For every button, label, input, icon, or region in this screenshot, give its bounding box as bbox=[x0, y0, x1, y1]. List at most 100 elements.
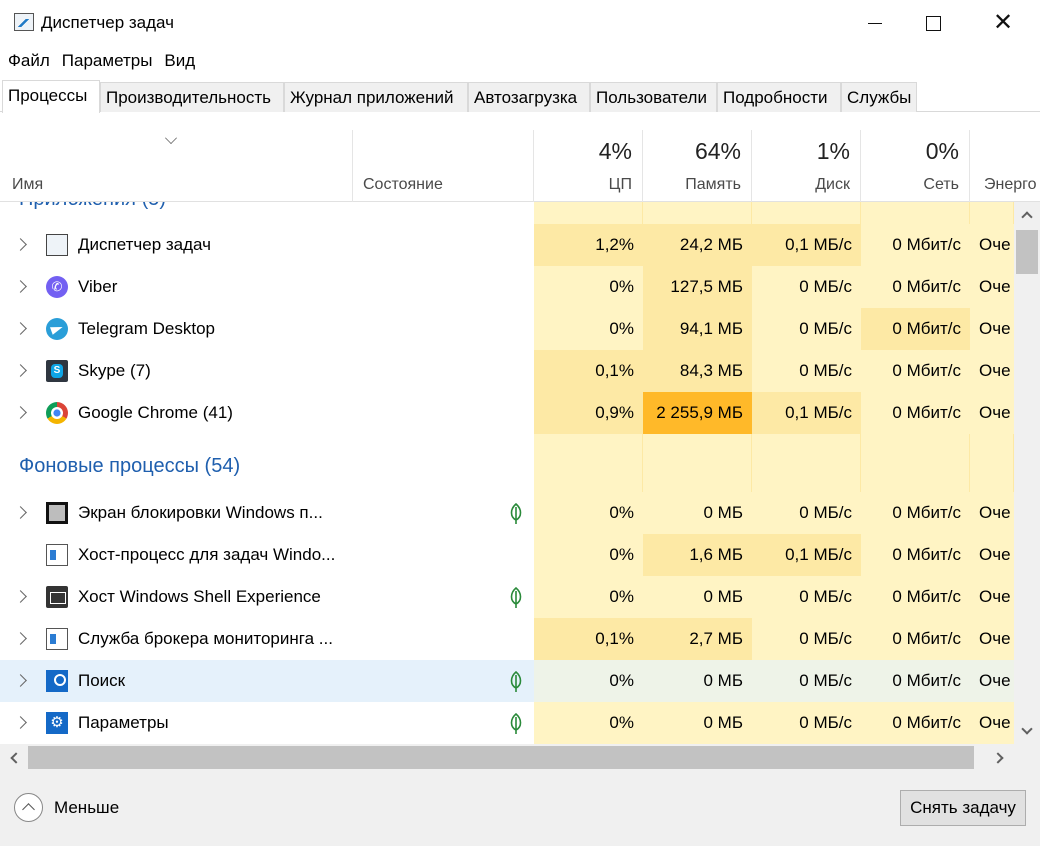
disk-cell: 0,1 МБ/с bbox=[752, 392, 861, 434]
maximize-button[interactable] bbox=[898, 0, 968, 46]
group-apps-title[interactable]: Приложения (5) bbox=[19, 202, 166, 211]
table-row[interactable]: Диспетчер задач 1,2% 24,2 МБ 0,1 МБ/с 0 … bbox=[0, 224, 1014, 266]
collapse-chevron-icon[interactable] bbox=[14, 793, 43, 822]
memory-cell: 2,7 МБ bbox=[643, 618, 752, 660]
process-name: Служба брокера мониторинга ... bbox=[78, 629, 333, 648]
power-cell: Оче bbox=[970, 266, 1014, 308]
vertical-scrollbar[interactable] bbox=[1014, 202, 1040, 744]
table-row[interactable]: Хост-процесс для задач Windo... 0% 1,6 М… bbox=[0, 534, 1014, 576]
horizontal-scroll-thumb[interactable] bbox=[28, 746, 974, 769]
table-row[interactable]: Хост Windows Shell Experience 0% 0 МБ 0 … bbox=[0, 576, 1014, 618]
process-name: Skype (7) bbox=[78, 361, 151, 380]
tab-services[interactable]: Службы bbox=[841, 82, 917, 112]
skype-icon bbox=[46, 360, 68, 382]
column-network-label: Сеть bbox=[923, 176, 959, 193]
process-name: Хост Windows Shell Experience bbox=[78, 587, 321, 606]
memory-cell: 24,2 МБ bbox=[643, 224, 752, 266]
table-row[interactable]: Служба брокера мониторинга ... 0,1% 2,7 … bbox=[0, 618, 1014, 660]
network-cell: 0 Мбит/с bbox=[861, 660, 970, 702]
sort-chevron-icon bbox=[165, 132, 177, 144]
cpu-cell: 0% bbox=[534, 266, 643, 308]
window-title: Диспетчер задач bbox=[41, 13, 174, 32]
table-row[interactable]: Поиск 0% 0 МБ 0 МБ/с 0 Мбит/с Оче bbox=[0, 660, 1014, 702]
telegram-icon bbox=[46, 318, 68, 340]
process-name: Хост-процесс для задач Windo... bbox=[78, 545, 336, 564]
table-row[interactable]: ⚙ Параметры 0% 0 МБ 0 МБ/с 0 Мбит/с Оче bbox=[0, 702, 1014, 744]
tab-app-history[interactable]: Журнал приложений bbox=[284, 82, 468, 112]
scroll-up-button[interactable] bbox=[1014, 202, 1040, 228]
disk-cell: 0,1 МБ/с bbox=[752, 534, 861, 576]
close-button[interactable]: ✕ bbox=[968, 0, 1038, 46]
tab-startup[interactable]: Автозагрузка bbox=[468, 82, 590, 112]
host-process-icon bbox=[46, 544, 68, 566]
power-cell: Оче bbox=[970, 392, 1014, 434]
tab-users[interactable]: Пользователи bbox=[590, 82, 717, 112]
network-cell: 0 Мбит/с bbox=[861, 266, 970, 308]
table-row[interactable]: Google Chrome (41) 0,9% 2 255,9 МБ 0,1 М… bbox=[0, 392, 1014, 434]
cpu-cell: 0,9% bbox=[534, 392, 643, 434]
cpu-cell: 0,1% bbox=[534, 350, 643, 392]
process-name: Google Chrome (41) bbox=[78, 403, 233, 422]
menu-file[interactable]: Файл bbox=[0, 48, 54, 74]
process-name: Экран блокировки Windows п... bbox=[78, 503, 323, 522]
process-name: Telegram Desktop bbox=[78, 319, 216, 338]
column-memory[interactable]: 64% Память bbox=[643, 130, 752, 202]
power-cell: Оче bbox=[970, 350, 1014, 392]
minimize-icon bbox=[868, 22, 882, 24]
scroll-right-button[interactable] bbox=[986, 744, 1014, 772]
tab-details[interactable]: Подробности bbox=[717, 82, 841, 112]
maximize-icon bbox=[925, 15, 941, 31]
scroll-left-button[interactable] bbox=[0, 744, 28, 772]
memory-total: 64% bbox=[694, 138, 741, 164]
process-name: Viber bbox=[78, 277, 118, 296]
power-cell: Оче bbox=[970, 492, 1014, 534]
tab-processes[interactable]: Процессы bbox=[2, 80, 100, 113]
title-bar: Диспетчер задач ✕ bbox=[0, 0, 1040, 46]
network-cell: 0 Мбит/с bbox=[861, 576, 970, 618]
column-name[interactable]: Имя bbox=[0, 130, 353, 202]
network-cell: 0 Мбит/с bbox=[861, 534, 970, 576]
column-memory-label: Память bbox=[685, 176, 741, 193]
table-row[interactable]: ✆ Viber 0% 127,5 МБ 0 МБ/с 0 Мбит/с Оче bbox=[0, 266, 1014, 308]
leaf-icon bbox=[510, 587, 522, 608]
fewer-details-link[interactable]: Меньше bbox=[54, 798, 119, 818]
network-total: 0% bbox=[925, 138, 959, 164]
end-task-button[interactable]: Снять задачу bbox=[900, 790, 1026, 826]
horizontal-scrollbar[interactable] bbox=[0, 744, 1014, 772]
network-cell: 0 Мбит/с bbox=[861, 618, 970, 660]
memory-cell: 2 255,9 МБ bbox=[643, 392, 752, 434]
cpu-cell: 0% bbox=[534, 660, 643, 702]
table-row[interactable]: Telegram Desktop 0% 94,1 МБ 0 МБ/с 0 Мби… bbox=[0, 308, 1014, 350]
menu-bar: Файл Параметры Вид bbox=[0, 48, 199, 74]
disk-cell: 0 МБ/с bbox=[752, 492, 861, 534]
scroll-down-button[interactable] bbox=[1014, 718, 1040, 744]
group-background-title[interactable]: Фоновые процессы (54) bbox=[19, 455, 240, 478]
column-cpu[interactable]: 4% ЦП bbox=[534, 130, 643, 202]
leaf-icon bbox=[510, 671, 522, 692]
column-status-label: Состояние bbox=[363, 176, 443, 193]
table-row[interactable]: Skype (7) 0,1% 84,3 МБ 0 МБ/с 0 Мбит/с О… bbox=[0, 350, 1014, 392]
vertical-scroll-thumb[interactable] bbox=[1016, 230, 1038, 274]
network-cell: 0 Мбит/с bbox=[861, 224, 970, 266]
column-disk[interactable]: 1% Диск bbox=[752, 130, 861, 202]
process-name: Поиск bbox=[78, 671, 126, 690]
tab-bar: Процессы Производительность Журнал прило… bbox=[0, 80, 1040, 113]
table-row[interactable]: Экран блокировки Windows п... 0% 0 МБ 0 … bbox=[0, 492, 1014, 534]
column-network[interactable]: 0% Сеть bbox=[861, 130, 970, 202]
network-cell: 0 Мбит/с bbox=[861, 702, 970, 744]
disk-cell: 0 МБ/с bbox=[752, 702, 861, 744]
chrome-icon bbox=[46, 402, 68, 424]
column-cpu-label: ЦП bbox=[608, 176, 632, 193]
disk-cell: 0 МБ/с bbox=[752, 618, 861, 660]
menu-options[interactable]: Параметры bbox=[54, 48, 157, 74]
network-cell: 0 Мбит/с bbox=[861, 308, 970, 350]
tab-performance[interactable]: Производительность bbox=[100, 82, 284, 112]
chevron-up-icon bbox=[1021, 211, 1033, 223]
cpu-cell: 0,1% bbox=[534, 618, 643, 660]
chevron-down-icon bbox=[1021, 723, 1033, 735]
column-power[interactable]: Энерго bbox=[970, 130, 1040, 202]
column-status[interactable]: Состояние bbox=[353, 130, 534, 202]
menu-view[interactable]: Вид bbox=[156, 48, 199, 74]
shell-experience-icon bbox=[46, 586, 68, 608]
power-cell: Оче bbox=[970, 224, 1014, 266]
